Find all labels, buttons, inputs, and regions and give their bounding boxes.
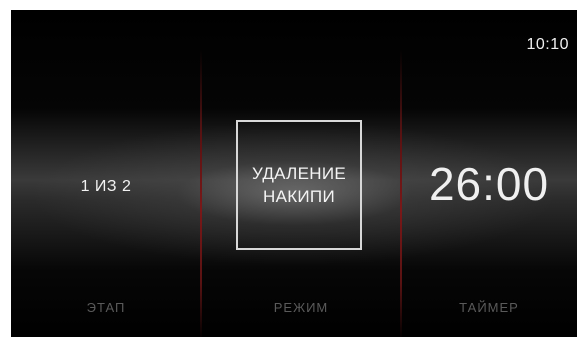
mode-label: РЕЖИМ — [273, 300, 329, 315]
stage-label: ЭТАП — [86, 300, 126, 315]
mode-name-line2: НАКИПИ — [263, 187, 335, 206]
clock: 10:10 — [526, 36, 569, 53]
display-screen: 10:10 1 ИЗ 2 УДАЛЕНИЕ НАКИПИ 26:00 ЭТАП … — [11, 10, 577, 337]
mode-name-line1: УДАЛЕНИЕ — [252, 164, 346, 183]
stage-value[interactable]: 1 ИЗ 2 — [11, 178, 201, 196]
timer-label: ТАЙМЕР — [459, 300, 519, 315]
mode-selector[interactable]: УДАЛЕНИЕ НАКИПИ — [236, 120, 362, 250]
timer-value[interactable]: 26:00 — [401, 157, 577, 211]
